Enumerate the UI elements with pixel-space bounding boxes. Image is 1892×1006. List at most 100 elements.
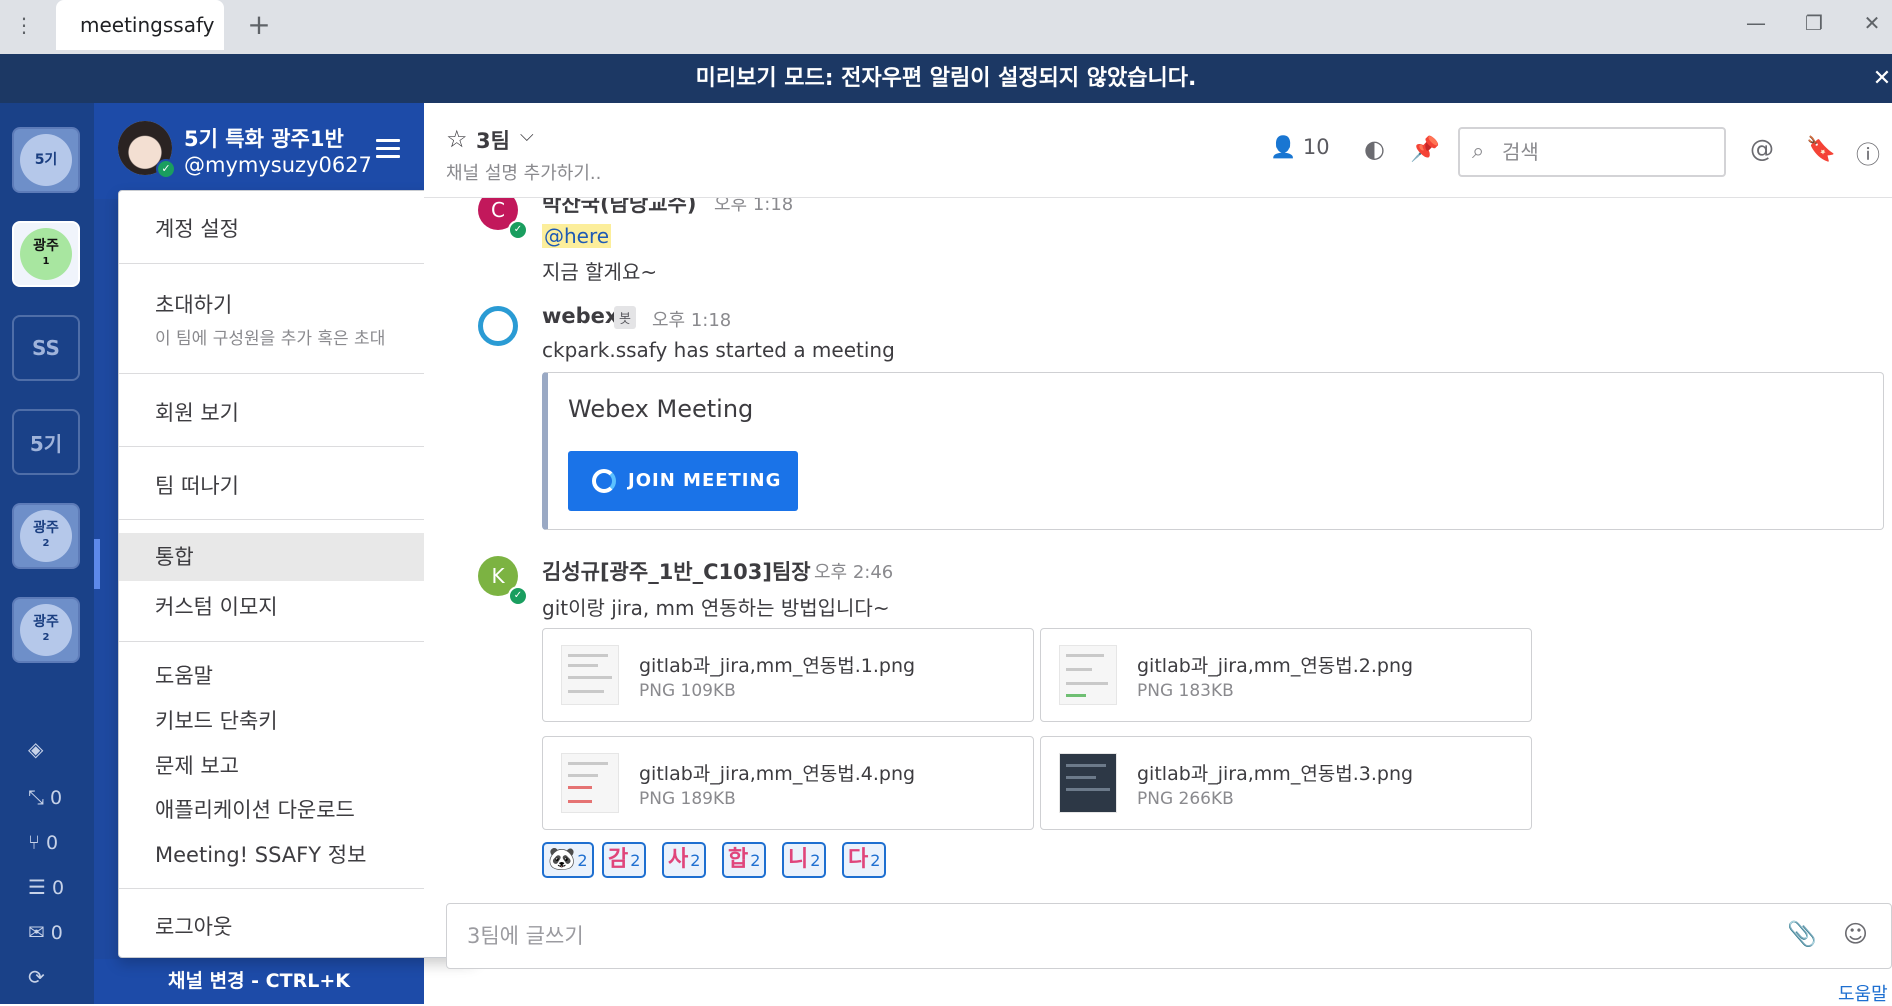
team-button[interactable]: 광주 2 bbox=[12, 597, 80, 663]
menu-item-keyboard-shortcuts[interactable]: 키보드 단축키 bbox=[119, 705, 465, 735]
reaction-emoji: 사 bbox=[668, 847, 689, 872]
menu-item-about[interactable]: Meeting! SSAFY 정보 bbox=[119, 839, 465, 869]
attachment-icon[interactable]: 📎 bbox=[1787, 920, 1817, 948]
message-author[interactable]: webex bbox=[542, 304, 618, 328]
message-time[interactable]: 오후 1:18 bbox=[714, 198, 793, 216]
hamburger-menu-icon[interactable] bbox=[376, 139, 400, 159]
team-button[interactable]: 5기 bbox=[12, 127, 80, 193]
webex-avatar[interactable] bbox=[478, 306, 518, 346]
main-menu-dropdown: 계정 설정 초대하기 이 팀에 구성원을 추가 혹은 초대 회원 보기 팀 떠나… bbox=[118, 190, 476, 958]
sidebar-header[interactable]: ✓ 5기 특화 광주1반 @mymysuzy0627 bbox=[94, 103, 424, 199]
menu-item-view-members[interactable]: 회원 보기 bbox=[119, 397, 465, 427]
mention-icon[interactable]: @ bbox=[1750, 135, 1774, 163]
restore-icon[interactable]: ❐ bbox=[1794, 8, 1834, 38]
announcement-bar: 미리보기 모드: 전자우편 알림이 설정되지 않았습니다. ✕ bbox=[0, 54, 1892, 103]
message-list: C ✓ 박찬국(담당교수) 오후 1:18 @here 지금 할게요~ webe… bbox=[424, 198, 1892, 903]
menu-item-account-settings[interactable]: 계정 설정 bbox=[119, 213, 465, 243]
message-time[interactable]: 오후 1:18 bbox=[652, 306, 731, 332]
team-label: 5기 bbox=[34, 151, 58, 168]
team-button[interactable]: 광주 2 bbox=[12, 503, 80, 569]
reaction-button[interactable]: 감2 bbox=[602, 842, 647, 878]
channel-name[interactable]: 3팀 bbox=[476, 125, 510, 155]
team-bubble: 광주 2 bbox=[20, 604, 72, 656]
pull-request-counter[interactable]: ⤡ 0 bbox=[28, 785, 62, 810]
merge-icon: ⑂ bbox=[28, 830, 40, 854]
menu-item-integrations[interactable]: 통합 bbox=[119, 533, 465, 581]
file-attachment[interactable]: gitlab과_jira,mm_연동법.3.png PNG 266KB bbox=[1040, 736, 1532, 830]
menu-item-invite[interactable]: 초대하기 bbox=[119, 289, 465, 319]
panda-emoji-icon: 🐼 bbox=[548, 847, 576, 872]
team-bubble: 5기 bbox=[20, 134, 72, 186]
search-box[interactable]: ⌕ bbox=[1458, 127, 1726, 177]
mail-count: 0 bbox=[50, 922, 63, 944]
message-author[interactable]: 김성규[광주_1반_C103]팀장 bbox=[542, 556, 811, 586]
message-author[interactable]: 박찬국(담당교수) bbox=[542, 198, 696, 218]
member-count-button[interactable]: 👤 10 bbox=[1270, 135, 1330, 160]
close-icon[interactable]: ✕ bbox=[1852, 8, 1892, 38]
merge-count: 0 bbox=[46, 832, 59, 854]
message-text: git이랑 jira, mm 연동하는 방법입니다~ bbox=[542, 596, 890, 620]
menu-item-logout[interactable]: 로그아웃 bbox=[119, 911, 465, 941]
join-meeting-button[interactable]: JOIN MEETING bbox=[568, 451, 798, 511]
refresh-icon[interactable]: ⟳ bbox=[28, 965, 45, 989]
more-vert-icon[interactable]: ⋮ bbox=[14, 12, 34, 38]
message-time[interactable]: 오후 2:46 bbox=[814, 558, 893, 584]
favorite-star-icon[interactable]: ☆ bbox=[446, 125, 468, 153]
mention-here[interactable]: @here bbox=[542, 224, 612, 248]
file-attachment[interactable]: gitlab과_jira,mm_연동법.4.png PNG 189KB bbox=[542, 736, 1034, 830]
minimize-icon[interactable]: — bbox=[1736, 8, 1776, 38]
menu-item-download-apps[interactable]: 애플리케이션 다운로드 bbox=[119, 794, 465, 824]
menu-divider bbox=[119, 373, 465, 374]
team-button[interactable]: SS bbox=[12, 315, 80, 381]
team-sub-label: 2 bbox=[42, 538, 50, 549]
message-text: 지금 할게요~ bbox=[542, 260, 658, 284]
emoji-picker-icon[interactable]: ☺ bbox=[1843, 920, 1868, 948]
browser-tab[interactable]: meetingssafy bbox=[56, 0, 224, 50]
help-icon[interactable]: ⓘ bbox=[1856, 135, 1880, 170]
reaction-count: 2 bbox=[870, 851, 881, 870]
bot-tag: 봇 bbox=[614, 306, 636, 329]
bookmark-icon[interactable]: 🔖 bbox=[1806, 135, 1836, 163]
reaction-button[interactable]: 니2 bbox=[782, 842, 827, 878]
message-compose: 📎 ☺ bbox=[446, 903, 1892, 969]
menu-divider bbox=[119, 641, 465, 642]
channel-description[interactable]: 채널 설명 추가하기.. bbox=[446, 159, 601, 185]
reaction-button[interactable]: 사2 bbox=[662, 842, 707, 878]
webex-icon bbox=[592, 469, 616, 493]
status-moon-icon[interactable]: ◐ bbox=[1364, 135, 1385, 163]
gitlab-icon[interactable]: ◈ bbox=[28, 737, 43, 761]
menu-item-custom-emoji[interactable]: 커스텀 이모지 bbox=[119, 591, 465, 621]
card-title: Webex Meeting bbox=[568, 395, 754, 423]
file-name: gitlab과_jira,mm_연동법.1.png bbox=[639, 655, 916, 677]
file-name: gitlab과_jira,mm_연동법.3.png bbox=[1137, 763, 1414, 785]
team-button-active[interactable]: 광주 1 bbox=[12, 221, 80, 287]
help-link[interactable]: 도움말 bbox=[1838, 980, 1888, 1006]
file-attachment[interactable]: gitlab과_jira,mm_연동법.1.png PNG 109KB bbox=[542, 628, 1034, 722]
team-sub-label: 1 bbox=[42, 256, 50, 267]
menu-item-leave-team[interactable]: 팀 떠나기 bbox=[119, 470, 465, 500]
reaction-button[interactable]: 다2 bbox=[842, 842, 887, 878]
reaction-button[interactable]: 합2 bbox=[722, 842, 767, 878]
todo-count: 0 bbox=[51, 877, 65, 899]
announcement-close-icon[interactable]: ✕ bbox=[1872, 54, 1892, 103]
reaction-emoji: 합 bbox=[728, 847, 749, 872]
search-input[interactable] bbox=[1502, 137, 1712, 167]
team-button[interactable]: 5기 bbox=[12, 409, 80, 475]
new-tab-button[interactable]: + bbox=[244, 8, 274, 42]
chevron-down-icon[interactable]: ⌵ bbox=[520, 125, 534, 146]
file-meta: PNG 189KB bbox=[639, 789, 736, 809]
team-name: 5기 특화 광주1반 bbox=[184, 127, 344, 151]
switch-channel-button[interactable]: 채널 변경 - CTRL+K bbox=[94, 959, 424, 1004]
mail-counter[interactable]: ✉ 0 bbox=[28, 920, 63, 945]
menu-item-report-problem[interactable]: 문제 보고 bbox=[119, 750, 465, 780]
webex-meeting-card: Webex Meeting JOIN MEETING bbox=[542, 372, 1884, 530]
file-attachment[interactable]: gitlab과_jira,mm_연동법.2.png PNG 183KB bbox=[1040, 628, 1532, 722]
message-input[interactable] bbox=[467, 920, 1767, 952]
merge-counter[interactable]: ⑂ 0 bbox=[28, 830, 58, 855]
menu-divider bbox=[119, 888, 465, 889]
todo-counter[interactable]: ☰ 0 bbox=[28, 875, 64, 900]
menu-item-help[interactable]: 도움말 bbox=[119, 660, 465, 690]
reaction-button[interactable]: 🐼 2 bbox=[542, 842, 594, 878]
pin-icon[interactable]: 📌 bbox=[1410, 135, 1440, 163]
announcement-text: 미리보기 모드: 전자우편 알림이 설정되지 않았습니다. bbox=[695, 66, 1197, 91]
